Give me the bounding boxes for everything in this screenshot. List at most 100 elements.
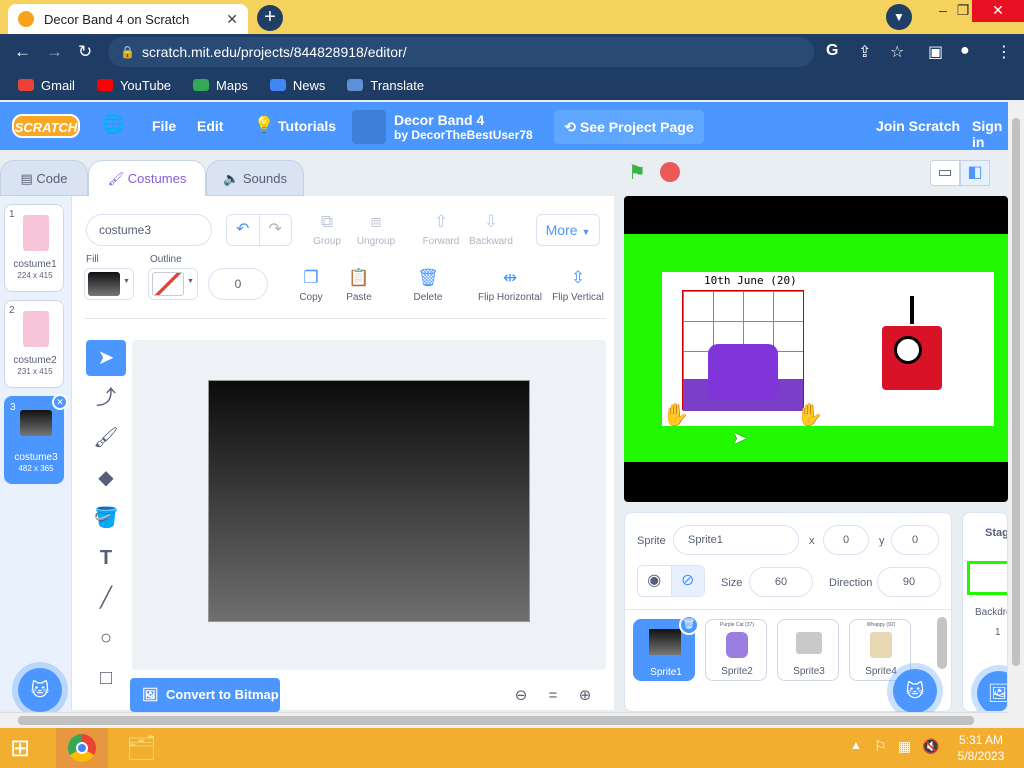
- share-icon[interactable]: ⇪: [858, 42, 871, 62]
- vertical-scroll-thumb[interactable]: [1012, 118, 1020, 666]
- line-tool-icon[interactable]: ╱: [86, 580, 126, 616]
- size-input[interactable]: 60: [749, 567, 813, 597]
- outline-width-input[interactable]: 0: [208, 268, 268, 300]
- sprite-tile-4[interactable]: Whappy (92) Sprite4: [849, 619, 911, 681]
- delete-costume-icon[interactable]: ✕: [52, 394, 68, 410]
- paste-button[interactable]: 📋 Paste: [334, 268, 384, 303]
- tab-search-chevron-icon[interactable]: ▼: [886, 4, 912, 30]
- group-button[interactable]: ⧉ Group: [302, 212, 352, 247]
- side-panel-icon[interactable]: ▣: [928, 42, 943, 62]
- browser-tab[interactable]: Decor Band 4 on Scratch ✕: [8, 4, 248, 34]
- forward-icon[interactable]: →: [46, 42, 63, 62]
- horizontal-scrollbar[interactable]: [0, 712, 1008, 728]
- address-bar[interactable]: 🔒 scratch.mit.edu/projects/844828918/edi…: [108, 37, 814, 67]
- ungroup-button[interactable]: ⧈ Ungroup: [351, 212, 401, 247]
- bookmark-youtube[interactable]: YouTube: [96, 78, 171, 93]
- y-input[interactable]: 0: [891, 525, 939, 555]
- profile-avatar-icon[interactable]: ●: [960, 42, 970, 60]
- redo-icon[interactable]: ↷: [260, 215, 292, 245]
- flip-horizontal-button[interactable]: ⇹ Flip Horizontal: [474, 268, 546, 303]
- tab-costumes[interactable]: 🖌 Costumes: [88, 160, 206, 196]
- sprite-tile-2[interactable]: Purple Cat (37) Sprite2: [705, 619, 767, 681]
- choose-backdrop-button[interactable]: 🖼: [977, 671, 1007, 711]
- bookmark-maps[interactable]: Maps: [193, 78, 248, 93]
- back-icon[interactable]: ←: [14, 42, 31, 62]
- delete-sprite-icon[interactable]: 🗑: [679, 615, 699, 635]
- bookmark-star-icon[interactable]: ☆: [890, 42, 904, 62]
- zoom-in-icon[interactable]: ⊕: [569, 682, 601, 710]
- undo-icon[interactable]: ↶: [227, 215, 260, 245]
- file-explorer-icon[interactable]: 🗂: [126, 734, 156, 763]
- fill-color-picker[interactable]: ▼: [84, 268, 134, 300]
- scratch-logo[interactable]: SCRATCH: [12, 114, 80, 138]
- horizontal-scroll-thumb[interactable]: [18, 716, 974, 725]
- select-tool-icon[interactable]: ➤: [86, 340, 126, 376]
- sprite-tile-1[interactable]: Sprite1 🗑: [633, 615, 699, 681]
- tray-flag-icon[interactable]: ⚐: [874, 738, 887, 755]
- eraser-tool-icon[interactable]: ◆: [86, 460, 126, 496]
- reshape-tool-icon[interactable]: ⤴: [86, 380, 126, 416]
- reload-icon[interactable]: ↻: [78, 42, 92, 62]
- vertical-scrollbar[interactable]: [1008, 102, 1024, 728]
- fill-tool-icon[interactable]: 🪣: [86, 500, 126, 536]
- stage-canvas[interactable]: 10th June (20) ✋ ✋ ➤: [624, 196, 1008, 502]
- join-scratch-link[interactable]: Join Scratch: [876, 118, 960, 134]
- zoom-out-icon[interactable]: ⊖: [505, 682, 537, 710]
- see-project-page-button[interactable]: ⟲ See Project Page: [554, 110, 704, 144]
- chrome-taskbar-button[interactable]: [56, 728, 108, 768]
- zoom-reset-button[interactable]: =: [537, 682, 569, 710]
- costume-name-input[interactable]: costume3: [86, 214, 212, 246]
- more-menu-button[interactable]: More ▼: [536, 214, 600, 246]
- taskbar-clock[interactable]: 5:31 AM 5/8/2023: [946, 732, 1016, 764]
- sprite-name-input[interactable]: Sprite1: [673, 525, 799, 555]
- language-globe-icon[interactable]: 🌐: [102, 114, 124, 135]
- x-input[interactable]: 0: [823, 525, 869, 555]
- sign-in-link[interactable]: Sign in: [972, 118, 1008, 150]
- costume-item-1[interactable]: 1 costume1 224 x 415: [4, 204, 64, 292]
- outline-color-picker[interactable]: ▼: [148, 268, 198, 300]
- tray-chevron-icon[interactable]: ▲: [850, 738, 862, 752]
- tab-sounds[interactable]: 🔈 Sounds: [206, 160, 304, 196]
- costume-item-3[interactable]: 3 costume3 482 x 365 ✕: [4, 394, 68, 484]
- close-tab-icon[interactable]: ✕: [226, 11, 238, 28]
- close-window-icon[interactable]: ✕: [972, 0, 1024, 22]
- tray-volume-muted-icon[interactable]: 🔇: [922, 738, 939, 755]
- new-tab-button[interactable]: +: [257, 5, 283, 31]
- tutorials-menu[interactable]: Tutorials: [278, 118, 336, 134]
- project-title[interactable]: Decor Band 4: [394, 113, 484, 127]
- flip-vertical-button[interactable]: ⇳ Flip Vertical: [548, 268, 608, 303]
- file-menu[interactable]: File: [152, 118, 176, 134]
- sprite-tile-3[interactable]: Sprite3: [777, 619, 839, 681]
- delete-button[interactable]: 🗑 Delete: [403, 268, 453, 303]
- stage-target-pane[interactable]: Stage Backdro 1 🖼: [962, 512, 1008, 712]
- paint-canvas-area[interactable]: [132, 340, 606, 670]
- choose-sprite-button[interactable]: 🐱: [893, 669, 937, 713]
- google-lens-icon[interactable]: G: [826, 42, 838, 60]
- stop-icon[interactable]: [660, 162, 680, 182]
- show-eye-icon[interactable]: ◉: [638, 566, 672, 596]
- forward-button[interactable]: ⇧ Forward: [416, 212, 466, 247]
- bookmark-news[interactable]: News: [269, 78, 325, 93]
- large-stage-icon[interactable]: ◧: [960, 160, 990, 186]
- direction-input[interactable]: 90: [877, 567, 941, 597]
- circle-tool-icon[interactable]: ○: [86, 620, 126, 656]
- bookmark-gmail[interactable]: Gmail: [18, 78, 75, 93]
- edit-menu[interactable]: Edit: [197, 118, 223, 134]
- costume-gradient-rectangle[interactable]: [208, 380, 530, 622]
- convert-to-bitmap-button[interactable]: 🖼 Convert to Bitmap: [130, 678, 280, 712]
- green-flag-icon[interactable]: ⚑: [628, 160, 646, 185]
- choose-costume-button[interactable]: 🐱: [18, 668, 62, 712]
- text-tool-icon[interactable]: T: [86, 540, 126, 576]
- sprite-list-scrollbar[interactable]: [937, 617, 947, 669]
- browser-menu-icon[interactable]: ⋮: [996, 42, 1012, 62]
- bookmark-translate[interactable]: Translate: [347, 78, 424, 93]
- windows-start-icon[interactable]: ⊞: [10, 734, 30, 763]
- hide-eye-icon[interactable]: ⊘: [671, 566, 704, 596]
- rectangle-tool-icon[interactable]: □: [86, 660, 126, 696]
- backward-button[interactable]: ⇩ Backward: [466, 212, 516, 247]
- small-stage-icon[interactable]: ▭: [930, 160, 960, 186]
- tab-code[interactable]: ▤ Code: [0, 160, 88, 196]
- brush-tool-icon[interactable]: 🖌: [86, 420, 126, 456]
- copy-button[interactable]: ❐ Copy: [286, 268, 336, 303]
- tray-network-icon[interactable]: ▦: [898, 738, 911, 755]
